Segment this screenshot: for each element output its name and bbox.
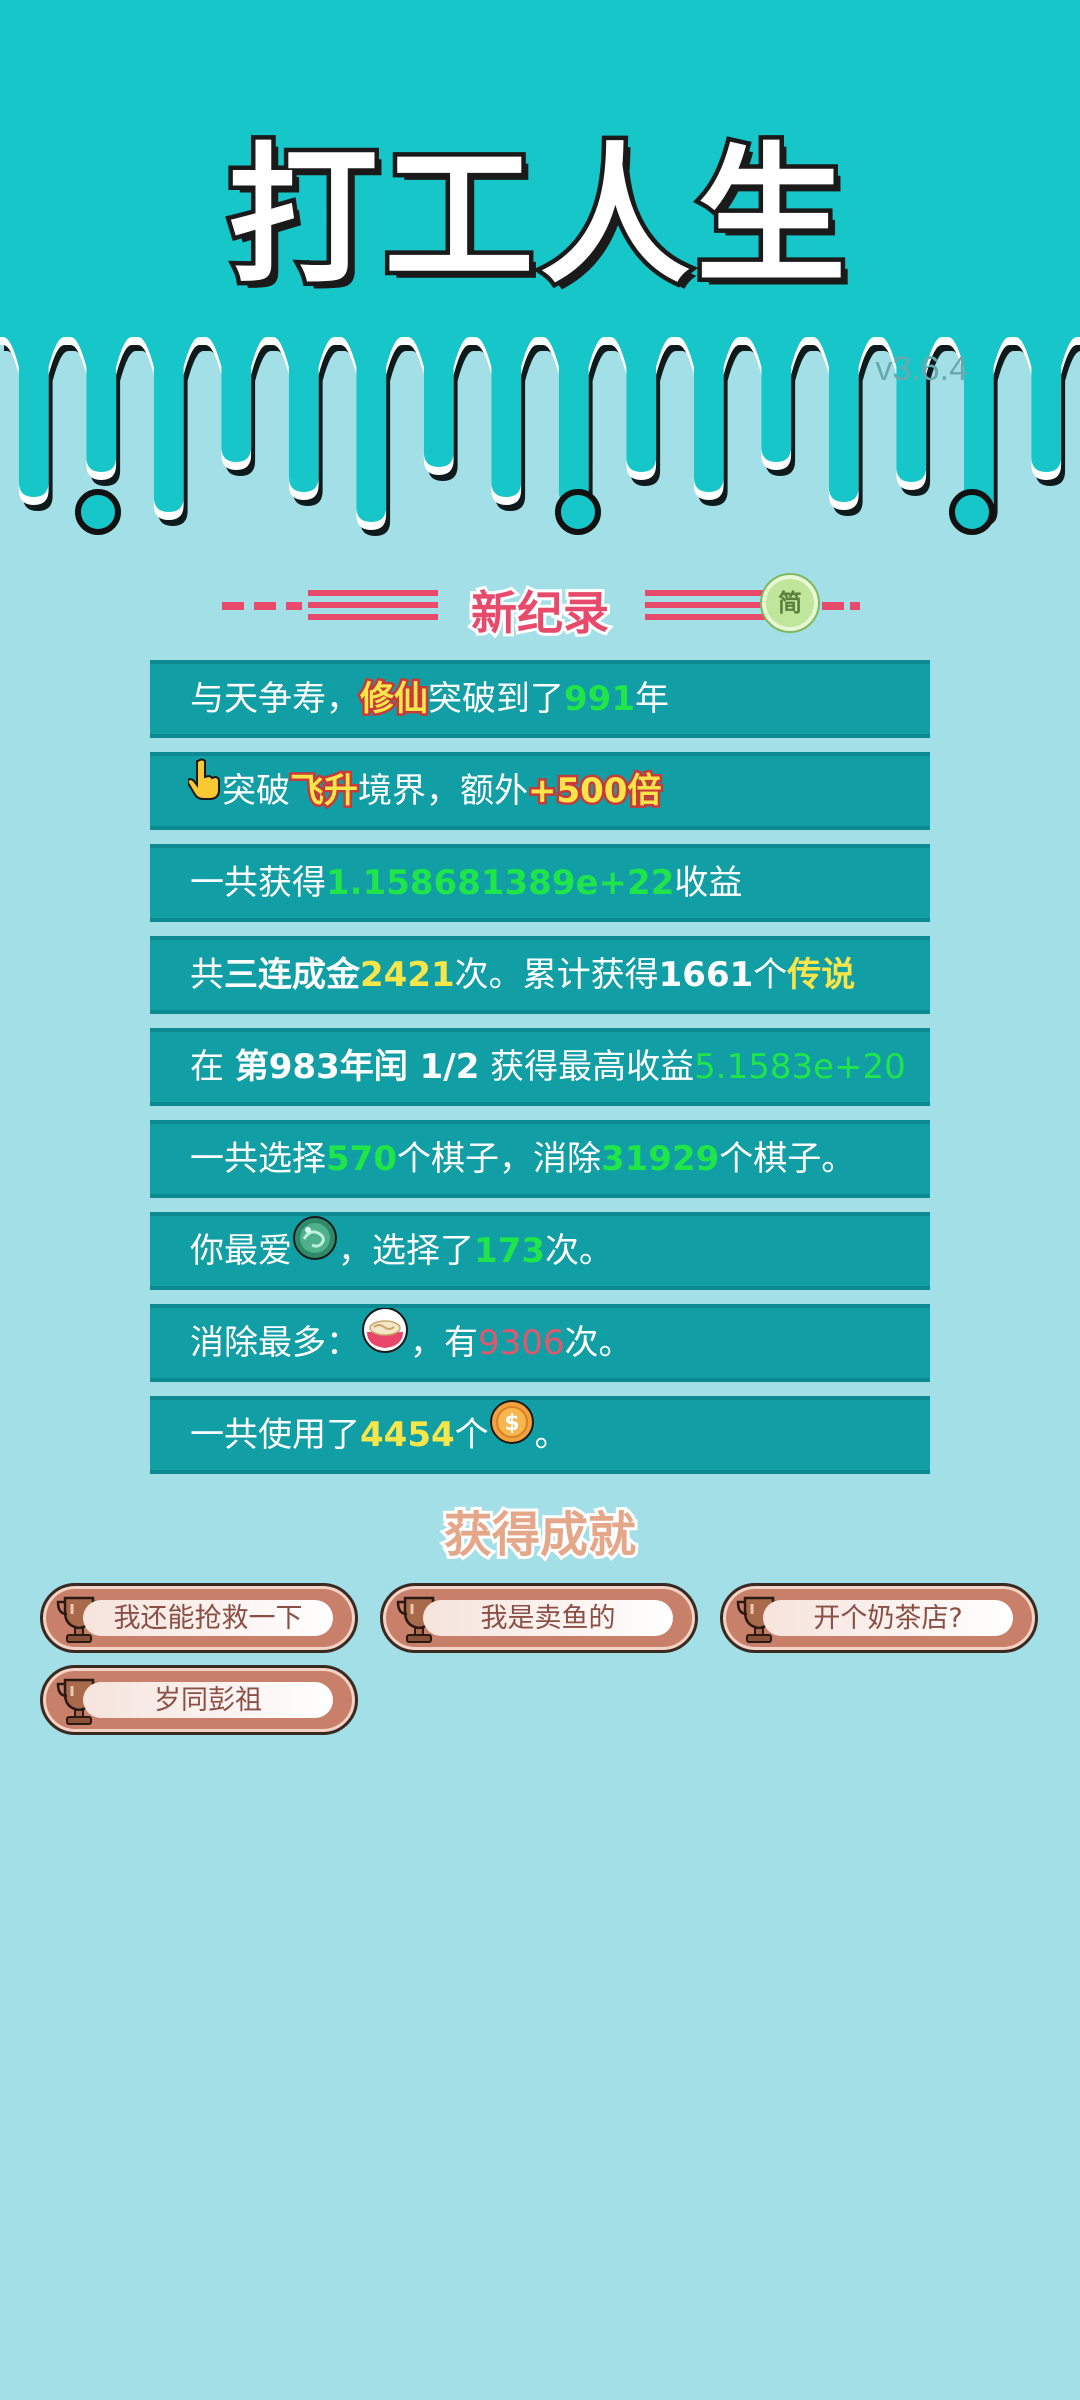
noodle-bowl-icon xyxy=(360,1308,410,1378)
record-title: 新纪录 xyxy=(468,583,612,643)
stat-row-triple-gold: 共三连成金2421次。累计获得1661个传说 xyxy=(150,936,930,1014)
stat-row-pieces: 一共选择570个棋子，消除31929个棋子。 xyxy=(150,1120,930,1198)
achievement-label: 我还能抢救一下 xyxy=(83,1600,333,1636)
jade-orb-icon xyxy=(292,1216,338,1285)
drip-dot xyxy=(75,489,121,535)
stat-row-favorite: 你最爱 ，选择了173次。 xyxy=(150,1212,930,1290)
stat-row-total-income: 一共获得1.158681389e+22收益 xyxy=(150,844,930,922)
stat-row-most-eliminated: 消除最多： ，有9306次。 xyxy=(150,1304,930,1382)
app-title: 打工人生 xyxy=(223,126,852,309)
stat-row-ascension: 突破飞升境界，额外+500倍 xyxy=(150,752,930,830)
stat-row-coins-used: 一共使用了4454个 $ 。 xyxy=(150,1396,930,1474)
pointing-hand-icon xyxy=(186,756,222,825)
divider-dash xyxy=(850,602,860,610)
achievement-badge[interactable]: 开个奶茶店? xyxy=(720,1583,1038,1653)
drip-dot xyxy=(555,489,601,535)
divider-bars-right xyxy=(645,590,775,622)
stat-row-highest-income: 在 第983年闰 1/2 获得最高收益5.1583e+20 xyxy=(150,1028,930,1106)
version-label: v3.6.4 xyxy=(875,350,968,388)
achievement-badge[interactable]: 岁同彭祖 xyxy=(40,1665,358,1735)
achievement-label: 我是卖鱼的 xyxy=(423,1600,673,1636)
achievement-label: 岁同彭祖 xyxy=(83,1682,333,1718)
stat-row-cultivation: 与天争寿，修仙突破到了991年 xyxy=(150,660,930,738)
drip-dot xyxy=(949,489,995,535)
svg-text:$: $ xyxy=(504,1411,519,1436)
simplified-toggle-button[interactable]: 简 xyxy=(762,575,818,631)
coin-icon: $ xyxy=(489,1400,535,1469)
achievements-title: 获得成就 xyxy=(441,1504,639,1566)
record-header: 新纪录 简 xyxy=(0,575,1080,643)
divider-dash xyxy=(822,602,844,610)
achievement-label: 开个奶茶店? xyxy=(763,1600,1013,1636)
achievement-badge[interactable]: 我还能抢救一下 xyxy=(40,1583,358,1653)
achievement-badge[interactable]: 我是卖鱼的 xyxy=(380,1583,698,1653)
